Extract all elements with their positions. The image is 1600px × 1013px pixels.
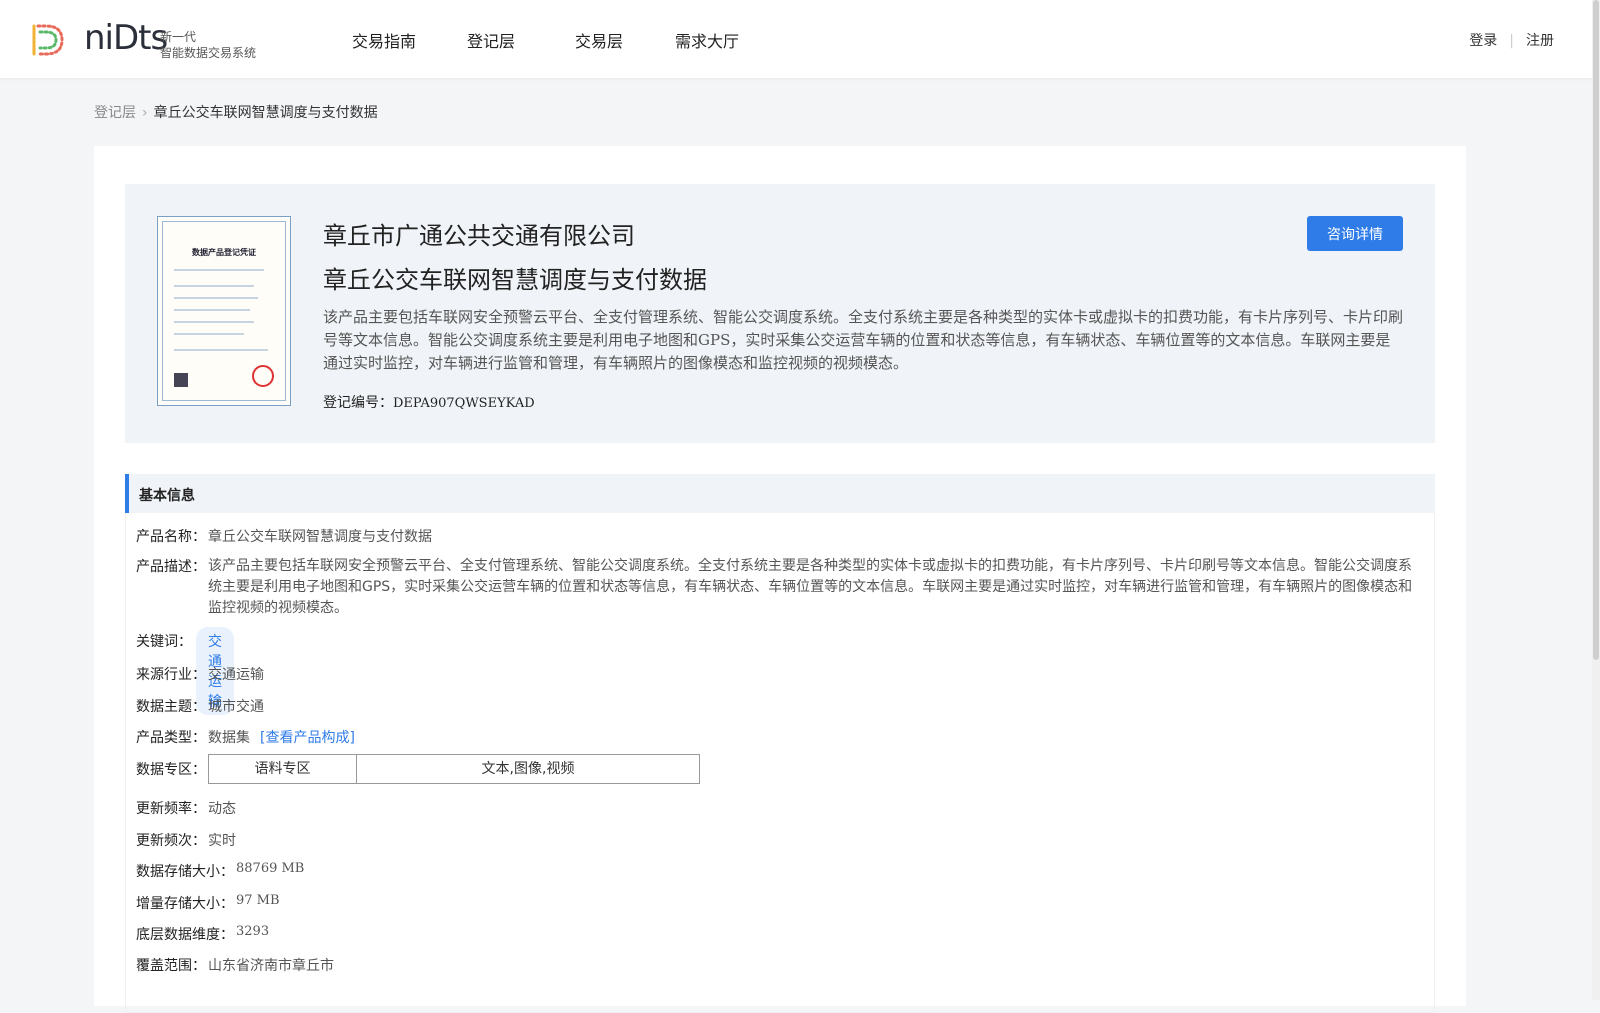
info-label: 产品名称： [136, 529, 206, 545]
breadcrumb-current: 章丘公交车联网智慧调度与支付数据 [153, 105, 378, 121]
logo-word: niDts [84, 18, 168, 58]
info-label: 产品描述： [136, 559, 206, 575]
breadcrumb: 登记层 › 章丘公交车联网智慧调度与支付数据 [94, 102, 378, 122]
info-value: 山东省济南市章丘市 [208, 958, 334, 974]
nav-item-guide[interactable]: 交易指南 [352, 28, 416, 52]
info-label: 数据主题： [136, 699, 206, 715]
certificate-line [174, 333, 244, 335]
zone-name-cell: 语料专区 [254, 761, 311, 777]
info-label: 来源行业： [136, 667, 206, 683]
info-value: 章丘公交车联网智慧调度与支付数据 [208, 529, 432, 545]
nav-item-registration-layer[interactable]: 登记层 [467, 28, 515, 52]
zone-table: 语料专区 文本,图像,视频 [208, 754, 700, 784]
product-title: 章丘公交车联网智慧调度与支付数据 [323, 266, 707, 294]
company-name: 章丘市广通公共交通有限公司 [323, 222, 635, 250]
info-value: 数据集 [查看产品构成] [208, 727, 355, 747]
certificate-image: 数据产品登记凭证 [157, 216, 291, 406]
product-hero: 数据产品登记凭证 章丘市广通公共交通有限公司 章丘公交车联网智慧调度与支付数据 … [125, 184, 1435, 443]
info-value: 实时 [208, 833, 236, 849]
view-composition-link[interactable]: [查看产品构成] [260, 730, 355, 746]
login-link[interactable]: 登录 [1469, 33, 1497, 49]
info-label: 产品类型： [136, 730, 206, 746]
registration-value: DEPA907QWSEYKAD [393, 396, 535, 411]
certificate-title: 数据产品登记凭证 [192, 248, 256, 257]
product-type: 数据集 [208, 730, 250, 746]
info-value: 97 MB [236, 893, 280, 908]
info-value: 3293 [236, 924, 270, 939]
top-navbar: niDts 新一代 智能数据交易系统 交易指南 登记层 交易层 需求大厅 登录 |… [0, 0, 1592, 78]
info-label: 覆盖范围： [136, 958, 206, 974]
nav-item-trading-layer[interactable]: 交易层 [575, 28, 623, 52]
info-label: 关键词： [136, 634, 192, 650]
info-label: 更新频次： [136, 833, 206, 849]
consult-details-button[interactable]: 咨询详情 [1307, 216, 1403, 251]
register-link[interactable]: 注册 [1526, 33, 1554, 49]
scrollbar-thumb[interactable] [1593, 0, 1599, 660]
info-value: 动态 [208, 801, 236, 817]
product-description: 该产品主要包括车联网安全预警云平台、全支付管理系统、智能公交调度系统。全支付系统… [323, 308, 1404, 372]
breadcrumb-parent[interactable]: 登记层 [94, 105, 136, 121]
content-panel: 数据产品登记凭证 章丘市广通公共交通有限公司 章丘公交车联网智慧调度与支付数据 … [94, 146, 1466, 1013]
page-scrollbar[interactable] [1592, 0, 1600, 1000]
info-value: 88769 MB [236, 861, 305, 876]
qr-code-icon [174, 373, 188, 387]
section-title: 基本信息 [139, 488, 195, 504]
auth-links: 登录 | 注册 [1469, 30, 1554, 50]
certificate-line [174, 321, 254, 323]
logo-subtitle-1: 新一代 [160, 30, 197, 44]
logo-subtitle-2: 智能数据交易系统 [160, 46, 257, 60]
info-value: 该产品主要包括车联网安全预警云平台、全支付管理系统、智能公交调度系统。全支付系统… [208, 558, 1413, 616]
info-label: 数据专区： [136, 762, 206, 778]
info-label: 底层数据维度： [136, 927, 234, 943]
info-value: 城市交通 [208, 699, 264, 715]
certificate-line [174, 269, 264, 271]
breadcrumb-separator-icon: › [142, 105, 148, 121]
nav-item-demand-hall[interactable]: 需求大厅 [675, 28, 739, 52]
certificate-line [174, 297, 258, 299]
certificate-line [174, 349, 268, 351]
registration-number: 登记编号：DEPA907QWSEYKAD [323, 392, 535, 412]
registration-label: 登记编号： [323, 395, 393, 411]
logo-mark-icon [32, 24, 64, 56]
basic-info-header: 基本信息 [125, 474, 1435, 513]
info-label: 数据存储大小： [136, 864, 234, 880]
auth-divider: | [1509, 33, 1514, 49]
info-value: 交通运输 [208, 667, 264, 683]
certificate-line [174, 309, 250, 311]
seal-icon [252, 365, 274, 387]
info-label: 更新频率： [136, 801, 206, 817]
certificate-line [174, 285, 254, 287]
logo[interactable]: niDts 新一代 智能数据交易系统 [28, 18, 268, 62]
zone-value-cell: 文本,图像,视频 [481, 761, 575, 777]
info-label: 增量存储大小： [136, 896, 234, 912]
